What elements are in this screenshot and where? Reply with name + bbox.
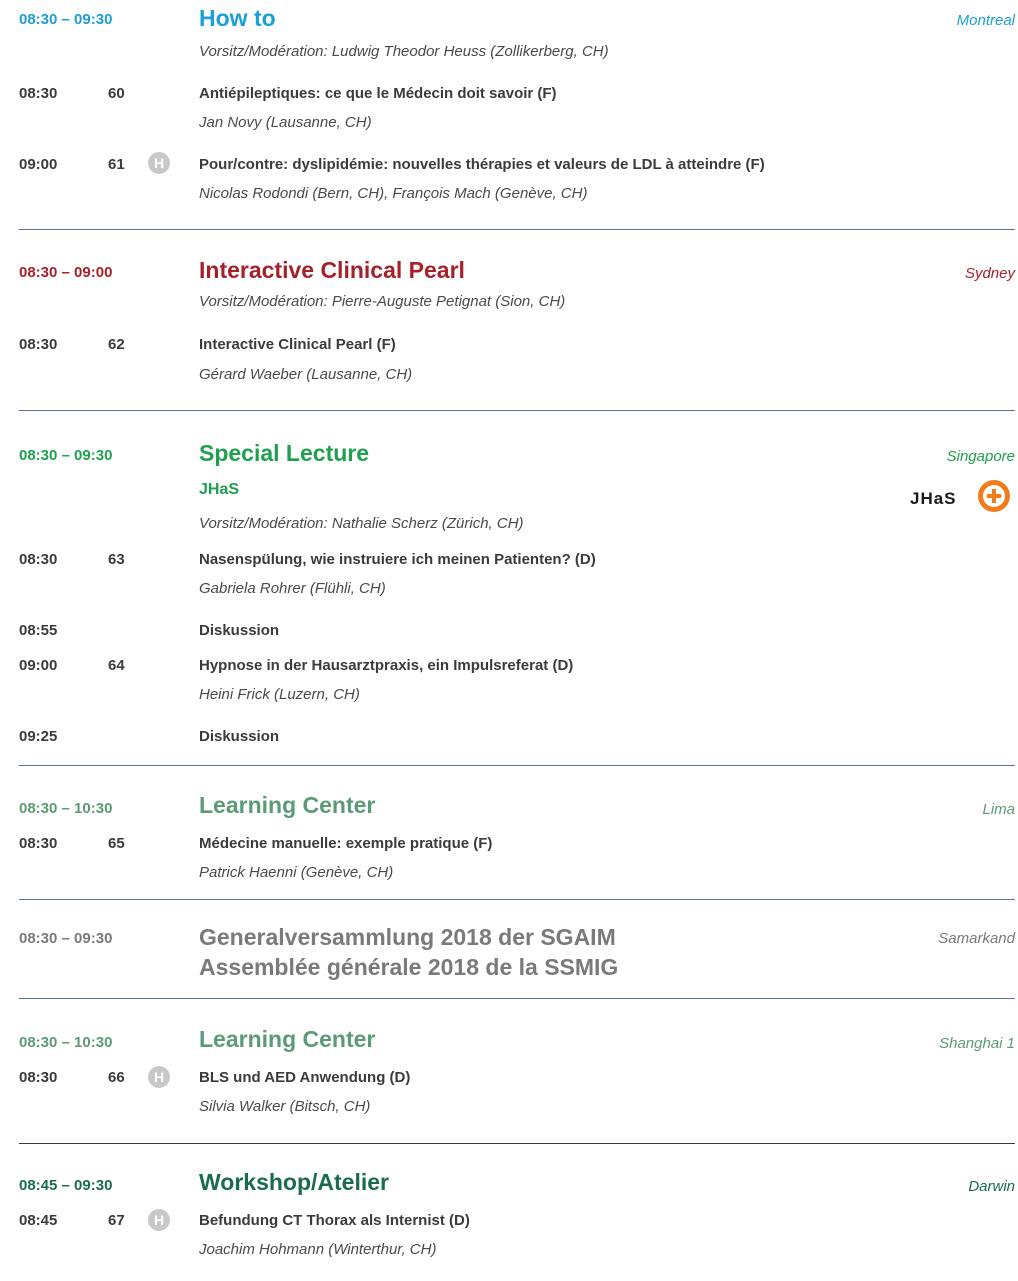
item-number: 66 — [108, 1069, 125, 1086]
section-divider — [19, 899, 1015, 900]
item-time: 08:30 — [19, 1069, 58, 1086]
item-speaker: Joachim Hohmann (Winterthur, CH) — [199, 1241, 437, 1258]
item-title: BLS und AED Anwendung (D) — [199, 1069, 411, 1086]
section-divider — [19, 765, 1015, 766]
jhas-logo-text: JHaS — [910, 489, 957, 508]
item-title: Diskussion — [199, 622, 280, 639]
item-number: 63 — [108, 551, 125, 568]
item-speaker: Silvia Walker (Bitsch, CH) — [199, 1098, 371, 1115]
section-divider — [19, 410, 1015, 411]
item-time: 08:30 — [19, 85, 58, 102]
item-title: Médecine manuelle: exemple pratique (F) — [199, 835, 493, 852]
item-number: 62 — [108, 336, 125, 353]
session-time: 08:30 – 09:00 — [19, 264, 113, 281]
session-title: Interactive Clinical Pearl — [199, 257, 465, 283]
item-title: Nasenspülung, wie instruiere ich meinen … — [199, 551, 596, 568]
session-time: 08:45 – 09:30 — [19, 1177, 113, 1194]
session-room: Darwin — [968, 1178, 1015, 1195]
hands-on-badge-icon: H — [148, 1209, 170, 1231]
session-title-line2: Assemblée générale 2018 de la SSMIG — [199, 954, 619, 980]
session-time: 08:30 – 10:30 — [19, 1034, 113, 1051]
session-room: Singapore — [946, 448, 1015, 465]
session-chair: Vorsitz/Modération: Pierre-Auguste Petig… — [199, 293, 566, 310]
hands-on-badge-icon: H — [148, 1066, 170, 1088]
session-time: 08:30 – 09:30 — [19, 930, 113, 947]
item-number: 64 — [108, 657, 125, 674]
session-chair: Vorsitz/Modération: Ludwig Theodor Heuss… — [199, 43, 609, 60]
session-title: How to — [199, 5, 276, 31]
item-time: 09:00 — [19, 156, 58, 173]
session-room: Shanghai 1 — [939, 1035, 1015, 1052]
item-speaker: Heini Frick (Luzern, CH) — [199, 686, 360, 703]
item-title: Hypnose in der Hausarztpraxis, ein Impul… — [199, 657, 574, 674]
hands-on-badge-icon: H — [148, 152, 170, 174]
item-speaker: Gérard Waeber (Lausanne, CH) — [199, 366, 413, 383]
section-divider — [19, 1143, 1015, 1144]
item-title: Befundung CT Thorax als Internist (D) — [199, 1212, 470, 1229]
item-speaker: Patrick Haenni (Genève, CH) — [199, 864, 394, 881]
item-time: 08:55 — [19, 622, 58, 639]
section-divider — [19, 229, 1015, 230]
jhas-logo: JHaS — [910, 480, 1018, 520]
item-time: 08:45 — [19, 1212, 58, 1229]
item-time: 09:25 — [19, 728, 58, 745]
item-speaker: Gabriela Rohrer (Flühli, CH) — [199, 580, 386, 597]
session-room: Samarkand — [938, 930, 1015, 947]
item-speaker: Jan Novy (Lausanne, CH) — [199, 114, 372, 131]
session-title: Workshop/Atelier — [199, 1169, 389, 1195]
session-title: Learning Center — [199, 792, 376, 818]
item-title: Diskussion — [199, 728, 280, 745]
session-time: 08:30 – 09:30 — [19, 11, 113, 28]
session-title-line1: Generalversammlung 2018 der SGAIM — [199, 924, 616, 950]
item-time: 08:30 — [19, 336, 58, 353]
session-room: Montreal — [956, 12, 1015, 29]
session-time: 08:30 – 10:30 — [19, 800, 113, 817]
item-number: 65 — [108, 835, 125, 852]
session-title: Special Lecture — [199, 440, 370, 466]
session-title: Learning Center — [199, 1026, 376, 1052]
item-speaker: Nicolas Rodondi (Bern, CH), François Mac… — [199, 185, 588, 202]
plus-cross-icon — [978, 480, 1010, 512]
item-time: 08:30 — [19, 835, 58, 852]
item-number: 60 — [108, 85, 125, 102]
item-title: Interactive Clinical Pearl (F) — [199, 336, 396, 353]
session-room: Lima — [982, 801, 1015, 818]
item-number: 67 — [108, 1212, 125, 1229]
item-time: 08:30 — [19, 551, 58, 568]
item-number: 61 — [108, 156, 125, 173]
section-divider — [19, 998, 1015, 999]
session-time: 08:30 – 09:30 — [19, 447, 113, 464]
item-time: 09:00 — [19, 657, 58, 674]
item-title: Pour/contre: dyslipidémie: nouvelles thé… — [199, 156, 765, 173]
item-title: Antiépileptiques: ce que le Médecin doit… — [199, 85, 557, 102]
session-subtitle: JHaS — [199, 481, 240, 498]
session-chair: Vorsitz/Modération: Nathalie Scherz (Zür… — [199, 515, 524, 532]
session-room: Sydney — [964, 265, 1015, 282]
